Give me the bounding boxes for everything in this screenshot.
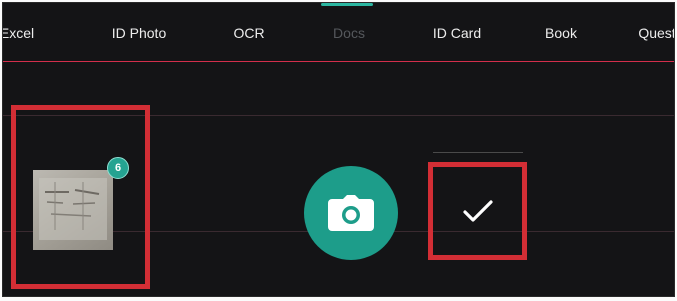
document-thumbnail-image xyxy=(33,170,113,250)
scanned-pages-thumbnail-button[interactable]: 6 xyxy=(11,105,150,289)
tab-ocr[interactable]: OCR xyxy=(233,25,264,41)
mode-tab-bar: Excel ID Photo OCR Docs ID Card Book Que… xyxy=(3,3,674,61)
camera-icon xyxy=(328,195,374,236)
tab-excel[interactable]: Excel xyxy=(3,25,34,41)
camera-scan-screen: Excel ID Photo OCR Docs ID Card Book Que… xyxy=(2,2,675,297)
tab-book[interactable]: Book xyxy=(545,25,577,41)
tab-question[interactable]: Quest xyxy=(638,25,674,41)
tab-docs[interactable]: Docs xyxy=(333,25,365,41)
tab-id-photo[interactable]: ID Photo xyxy=(112,25,166,41)
page-count-badge: 6 xyxy=(107,157,129,179)
active-tab-indicator xyxy=(321,3,373,6)
divider xyxy=(433,152,523,153)
checkmark-icon xyxy=(463,199,493,228)
tab-id-card[interactable]: ID Card xyxy=(433,25,481,41)
capture-button[interactable] xyxy=(304,166,398,260)
viewfinder-guide-line xyxy=(3,61,674,62)
confirm-button[interactable] xyxy=(428,162,527,260)
